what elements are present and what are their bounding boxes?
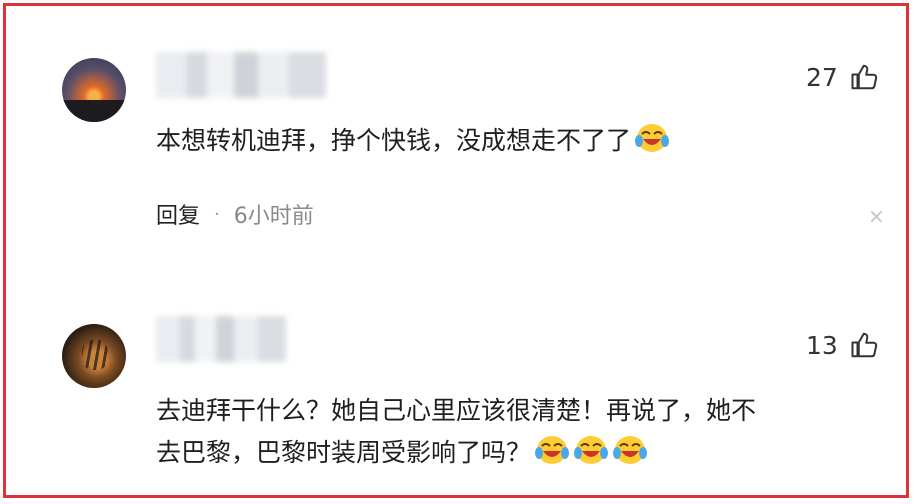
like-button[interactable]: 27 — [806, 62, 880, 92]
laughing-crying-emoji-icon — [635, 124, 670, 152]
thumbs-up-icon — [851, 64, 877, 90]
username-blurred[interactable] — [156, 316, 286, 362]
like-button[interactable]: 13 — [806, 330, 880, 360]
comment-text-content: 去巴黎，巴黎时装周受影响了吗？ — [156, 438, 532, 467]
avatar[interactable] — [62, 324, 126, 388]
comment-text-line: 去迪拜干什么？她自己心里应该很清楚！再说了，她不 — [156, 396, 757, 425]
laughing-crying-emoji-icon — [613, 436, 648, 464]
like-count: 13 — [806, 330, 838, 360]
avatar[interactable] — [62, 58, 126, 122]
comment-text-content: 本想转机迪拜，挣个快钱，没成想走不了了 — [156, 126, 632, 155]
comment-timestamp: 6小时前 — [233, 204, 314, 229]
close-icon[interactable]: × — [868, 206, 885, 226]
like-count: 27 — [806, 62, 838, 92]
laughing-crying-emoji-icon — [574, 436, 609, 464]
thumbs-up-icon — [851, 332, 877, 358]
comment-meta: 回复 · 6小时前 — [156, 198, 314, 230]
laughing-crying-emoji-icon — [535, 436, 570, 464]
comment-text-line: 去巴黎，巴黎时装周受影响了吗？ — [156, 432, 756, 474]
comment-text: 去迪拜干什么？她自己心里应该很清楚！再说了，她不 去巴黎，巴黎时装周受影响了吗？ — [156, 390, 756, 474]
reply-button[interactable]: 回复 — [156, 198, 200, 230]
meta-separator: · — [214, 203, 220, 225]
username-blurred[interactable] — [156, 52, 326, 98]
comment-text: 本想转机迪拜，挣个快钱，没成想走不了了 — [156, 120, 670, 162]
